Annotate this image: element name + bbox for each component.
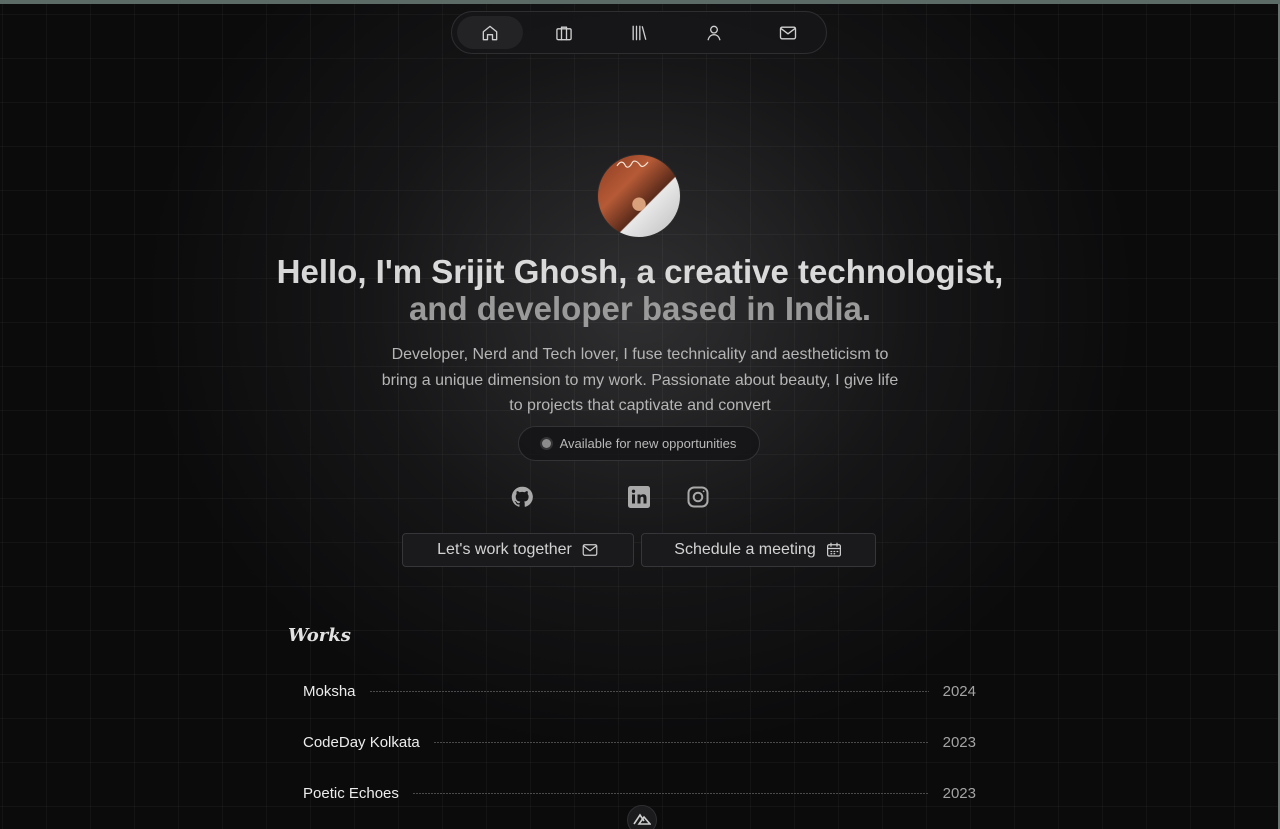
mail-icon — [582, 544, 598, 556]
hero-greeting: Hello, I'm — [276, 253, 432, 290]
hero-intro: Developer, Nerd and Tech lover, I fuse t… — [381, 346, 899, 414]
hero-line-2: and developer based in India. — [408, 290, 872, 327]
work-year: 2023 — [942, 733, 976, 751]
github-icon — [511, 486, 533, 507]
work-name: Moksha — [303, 682, 356, 700]
linkedin-icon — [628, 486, 650, 508]
availability-text: Available for new opportunities — [559, 436, 737, 451]
instagram-link[interactable] — [686, 485, 710, 509]
work-name: Poetic Echoes — [303, 784, 399, 802]
status-dot — [541, 439, 551, 448]
hero-name: Srijit Ghosh — [431, 253, 619, 290]
mail-icon — [780, 26, 797, 39]
work-name: CodeDay Kolkata — [303, 733, 420, 751]
calendar-icon — [826, 542, 841, 557]
home-icon — [482, 25, 498, 40]
nav-home[interactable] — [457, 16, 523, 49]
hero-headline: Hello, I'm Srijit Ghosh, a creative tech… — [240, 253, 1040, 327]
top-nav — [451, 11, 827, 54]
availability-badge: Available for new opportunities — [518, 426, 760, 461]
nav-projects[interactable] — [532, 16, 598, 49]
work-year: 2024 — [942, 682, 976, 700]
works-heading: Works — [288, 625, 351, 646]
instagram-icon — [687, 486, 709, 508]
profile-avatar — [597, 154, 681, 238]
schedule-meeting-label: Schedule a meeting — [674, 541, 816, 558]
linkedin-link[interactable] — [627, 485, 651, 509]
nav-library[interactable] — [606, 16, 672, 49]
work-item[interactable]: CodeDay Kolkata 2023 — [303, 731, 976, 753]
library-icon — [632, 25, 647, 40]
hero-role-separator: , a — [618, 253, 665, 290]
nav-contact[interactable] — [755, 16, 821, 49]
work-item[interactable]: Poetic Echoes 2023 — [303, 782, 976, 804]
briefcase-icon — [556, 26, 573, 40]
work-item[interactable]: Moksha 2024 — [303, 680, 976, 702]
lets-work-together-label: Let's work together — [437, 541, 572, 558]
work-divider — [433, 741, 929, 743]
work-divider — [412, 792, 929, 794]
hero-role: creative technologist, — [664, 253, 1004, 290]
lets-work-together-button[interactable]: Let's work together — [402, 533, 634, 567]
nav-about[interactable] — [681, 16, 747, 49]
schedule-meeting-button[interactable]: Schedule a meeting — [641, 533, 876, 567]
work-divider — [369, 690, 929, 692]
social-links — [0, 485, 1280, 511]
logo-icon — [633, 813, 651, 825]
neon-sign-graphic — [616, 160, 649, 168]
github-link[interactable] — [510, 485, 534, 509]
logo-button[interactable] — [627, 805, 657, 829]
work-year: 2023 — [942, 784, 976, 802]
user-icon — [707, 25, 721, 40]
